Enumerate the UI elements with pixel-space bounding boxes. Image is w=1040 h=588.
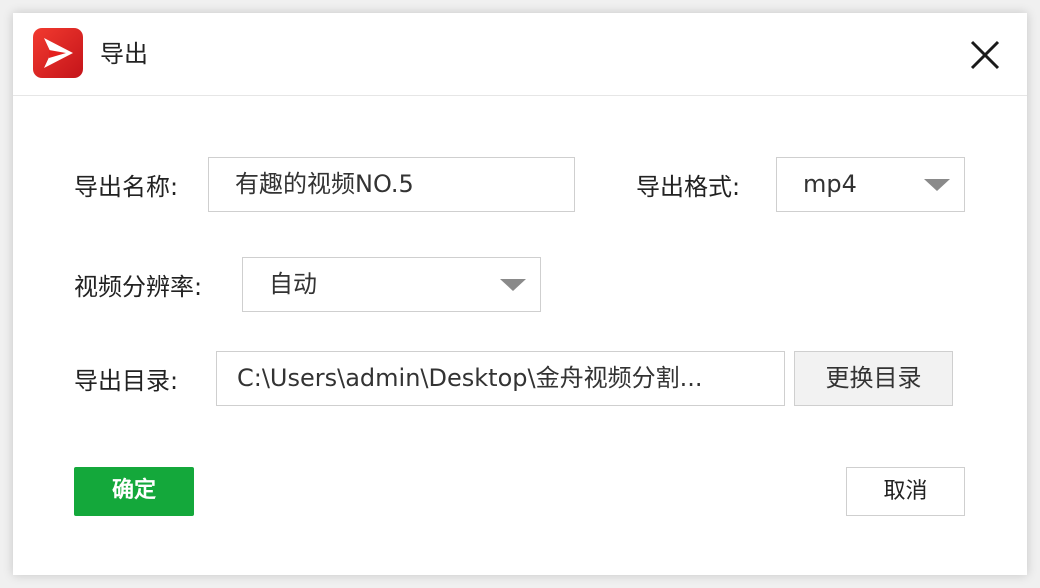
resolution-value: 自动 <box>269 270 317 298</box>
export-name-label: 导出名称: <box>74 173 179 201</box>
export-name-input[interactable]: 有趣的视频NO.5 <box>208 157 575 212</box>
chevron-down-icon <box>500 279 526 291</box>
title-bar: 导出 <box>13 13 1027 96</box>
export-dialog: 导出 导出名称: 有趣的视频NO.5 导出格式: mp4 视频分辨率: 自动 导… <box>13 13 1027 575</box>
export-format-value: mp4 <box>803 170 857 198</box>
export-directory-input[interactable]: C:\Users\admin\Desktop\金舟视频分割... <box>216 351 785 406</box>
resolution-select[interactable]: 自动 <box>242 257 541 312</box>
confirm-button[interactable]: 确定 <box>74 467 194 516</box>
export-directory-label: 导出目录: <box>74 367 179 395</box>
resolution-label: 视频分辨率: <box>74 273 203 301</box>
change-directory-button[interactable]: 更换目录 <box>794 351 953 406</box>
dialog-title: 导出 <box>100 40 148 68</box>
close-icon[interactable] <box>965 35 1005 75</box>
chevron-down-icon <box>924 179 950 191</box>
export-format-select[interactable]: mp4 <box>776 157 965 212</box>
cancel-button[interactable]: 取消 <box>846 467 965 516</box>
app-logo-icon <box>33 28 83 78</box>
export-format-label: 导出格式: <box>636 173 741 201</box>
